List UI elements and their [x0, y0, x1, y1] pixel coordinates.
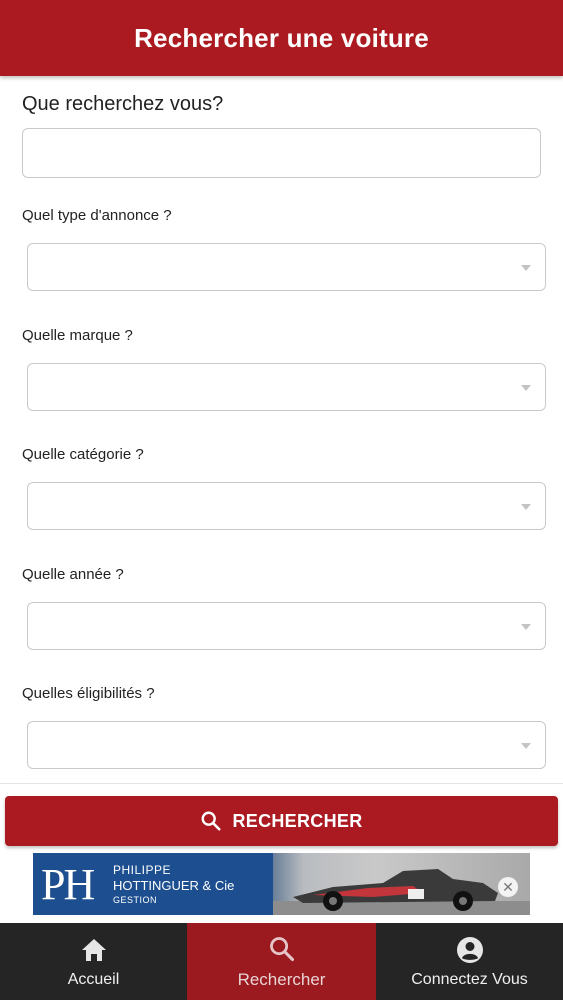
chevron-down-icon [521, 743, 531, 749]
category-select[interactable] [27, 482, 546, 530]
ad-line-2: HOTTINGUER & Cie [113, 878, 235, 893]
advertisement-banner[interactable]: PH PHILIPPE HOTTINGUER & Cie GESTION ✕ [33, 853, 530, 915]
brand-label: Quelle marque ? [22, 327, 133, 344]
race-car-image [273, 869, 530, 915]
search-icon [268, 934, 296, 964]
ad-type-label: Quel type d'annonce ? [22, 207, 172, 224]
year-label: Quelle année ? [22, 566, 124, 583]
chevron-down-icon [521, 624, 531, 630]
ad-line-1: PHILIPPE [113, 863, 172, 877]
search-button-label: RECHERCHER [232, 810, 363, 831]
chevron-down-icon [521, 265, 531, 271]
category-label: Quelle catégorie ? [22, 446, 144, 463]
advertiser-logo: PH PHILIPPE HOTTINGUER & Cie GESTION [33, 853, 273, 915]
ad-line-3: GESTION [113, 895, 158, 905]
ad-race-car-photo: ✕ [273, 853, 530, 915]
nav-item-account[interactable]: Connectez Vous [376, 923, 563, 1000]
chevron-down-icon [521, 504, 531, 510]
nav-item-search[interactable]: Rechercher [187, 923, 376, 1000]
home-icon [80, 935, 108, 965]
page-title: Rechercher une voiture [134, 22, 429, 53]
nav-item-label: Connectez Vous [411, 970, 528, 988]
app-header: Rechercher une voiture [0, 0, 563, 76]
ad-close-icon[interactable]: ✕ [498, 877, 518, 897]
ad-type-select[interactable] [27, 243, 546, 291]
account-icon [456, 935, 484, 965]
ad-logo-mark: PH [41, 860, 95, 909]
nav-item-label: Rechercher [237, 969, 326, 989]
search-icon [202, 811, 222, 831]
bottom-navigation: Accueil Rechercher Connectez Vous [0, 923, 563, 1000]
search-form: Que recherchez vous? Quel type d'annonce… [0, 76, 563, 784]
chevron-down-icon [521, 385, 531, 391]
brand-select[interactable] [27, 363, 546, 411]
eligibility-select[interactable] [27, 721, 546, 769]
eligibility-label: Quelles éligibilités ? [22, 685, 155, 702]
year-select[interactable] [27, 602, 546, 650]
search-input[interactable] [22, 128, 541, 178]
search-button[interactable]: RECHERCHER [5, 796, 558, 846]
nav-item-home[interactable]: Accueil [0, 923, 187, 1000]
search-question-label: Que recherchez vous? [22, 93, 224, 115]
nav-item-label: Accueil [67, 970, 120, 988]
